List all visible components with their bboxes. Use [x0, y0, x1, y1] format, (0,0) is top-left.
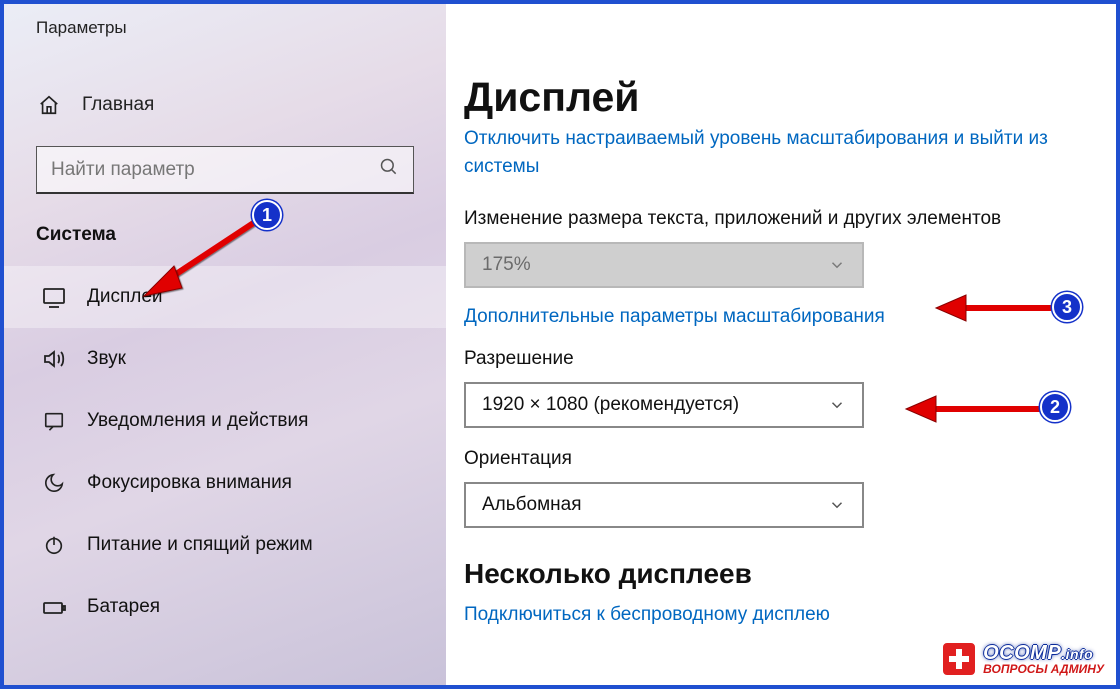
orientation-label: Ориентация	[464, 448, 1076, 470]
home-label: Главная	[82, 94, 154, 116]
search-icon	[379, 157, 399, 183]
scale-value: 175%	[482, 254, 531, 276]
home-nav[interactable]: Главная	[4, 78, 446, 132]
sidebar-item-sound[interactable]: Звук	[4, 328, 446, 390]
sidebar-item-label: Уведомления и действия	[87, 410, 308, 432]
annotation-badge-3: 3	[1052, 292, 1082, 322]
scale-select[interactable]: 175%	[464, 242, 864, 288]
orientation-value: Альбомная	[482, 494, 582, 516]
chevron-down-icon	[828, 496, 846, 514]
watermark-tld: .info	[1061, 646, 1093, 662]
power-icon	[41, 532, 67, 558]
search-input[interactable]	[36, 146, 414, 194]
advanced-scaling-link[interactable]: Дополнительные параметры масштабирования	[464, 306, 885, 327]
signout-scaling-link[interactable]: Отключить настраиваемый уровень масштаби…	[464, 128, 1048, 177]
sidebar-item-notifications[interactable]: Уведомления и действия	[4, 390, 446, 452]
chevron-down-icon	[828, 256, 846, 274]
sidebar-item-label: Питание и спящий режим	[87, 534, 313, 556]
page-title: Дисплей	[464, 14, 1076, 125]
sidebar-item-focus[interactable]: Фокусировка внимания	[4, 452, 446, 514]
chevron-down-icon	[828, 396, 846, 414]
battery-icon	[41, 594, 67, 620]
moon-icon	[41, 470, 67, 496]
sidebar-item-label: Фокусировка внимания	[87, 472, 292, 494]
home-icon	[36, 92, 62, 118]
sidebar-item-battery[interactable]: Батарея	[4, 576, 446, 638]
search-field[interactable]	[51, 159, 379, 181]
sidebar-item-label: Батарея	[87, 596, 160, 618]
sidebar-item-label: Звук	[87, 348, 126, 370]
scale-label: Изменение размера текста, приложений и д…	[464, 208, 1076, 230]
sound-icon	[41, 346, 67, 372]
resolution-label: Разрешение	[464, 348, 1076, 370]
watermark-brand: OCOMP	[983, 642, 1061, 664]
resolution-select[interactable]: 1920 × 1080 (рекомендуется)	[464, 382, 864, 428]
annotation-badge-1: 1	[252, 200, 282, 230]
window-title: Параметры	[4, 4, 446, 46]
sidebar: Параметры Главная Система	[4, 4, 446, 685]
annotation-badge-2: 2	[1040, 392, 1070, 422]
orientation-select[interactable]: Альбомная	[464, 482, 864, 528]
watermark: OCOMP.info ВОПРОСЫ АДМИНУ	[941, 641, 1104, 677]
multi-displays-heading: Несколько дисплеев	[464, 558, 1076, 590]
resolution-value: 1920 × 1080 (рекомендуется)	[482, 394, 739, 416]
notifications-icon	[41, 408, 67, 434]
display-icon	[41, 284, 67, 310]
watermark-tagline: ВОПРОСЫ АДМИНУ	[983, 663, 1104, 675]
watermark-plus-icon	[941, 641, 977, 677]
sidebar-item-power[interactable]: Питание и спящий режим	[4, 514, 446, 576]
content-pane: Дисплей Отключить настраиваемый уровень …	[446, 4, 1116, 685]
wireless-display-link[interactable]: Подключиться к беспроводному дисплею	[464, 604, 830, 625]
